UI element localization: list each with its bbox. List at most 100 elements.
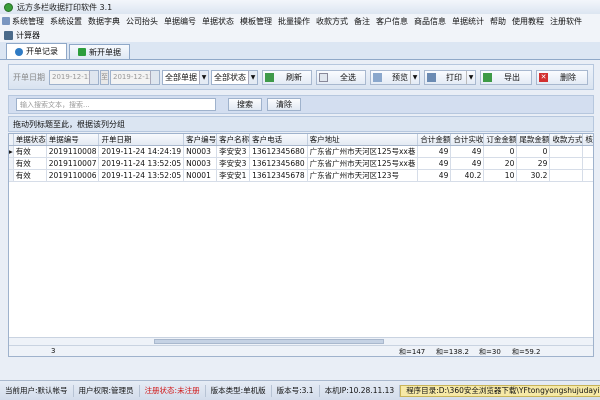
table-cell[interactable]: 10 xyxy=(483,169,518,182)
table-cell[interactable]: 广东省广州市天河区123号 xyxy=(307,169,419,182)
table-cell[interactable] xyxy=(582,157,593,170)
column-header[interactable]: 合计金额 xyxy=(417,134,452,146)
column-header[interactable]: 收款方式 xyxy=(549,134,584,146)
table-cell[interactable]: 0 xyxy=(483,145,518,158)
delete-button[interactable]: ✕ 删除 xyxy=(536,69,588,85)
export-button[interactable]: 导出 xyxy=(480,69,532,85)
calculator-menu[interactable]: 计算器 xyxy=(16,30,40,41)
column-header[interactable]: 订金金额 xyxy=(483,134,518,146)
table-cell[interactable]: 13612345678 xyxy=(249,169,308,182)
menu-item[interactable]: 使用教程 xyxy=(512,16,544,27)
refresh-button[interactable]: 刷新 xyxy=(262,69,312,85)
table-cell[interactable]: 李安安3 xyxy=(216,157,251,170)
scrollbar-thumb[interactable] xyxy=(154,339,384,344)
table-cell[interactable]: 有效 xyxy=(13,169,47,182)
column-header[interactable]: 客户名称 xyxy=(216,134,251,146)
tab-records[interactable]: 开单记录 xyxy=(6,43,67,59)
menu-item[interactable]: 系统管理 xyxy=(2,16,44,27)
table-row[interactable]: 有效 2019110007 2019-11-24 13:52:05 N0003 李安安3… xyxy=(9,157,593,170)
status-filter-value: 全部状态 xyxy=(214,72,246,82)
table-cell[interactable]: 49 xyxy=(417,169,452,182)
date-to-dropdown[interactable] xyxy=(150,70,159,84)
table-cell[interactable]: 49 xyxy=(417,145,452,158)
table-cell[interactable]: 2019110007 xyxy=(46,157,100,170)
table-cell[interactable]: 49 xyxy=(450,145,485,158)
table-cell[interactable] xyxy=(582,169,593,182)
tab-new-document[interactable]: 新开单据 xyxy=(69,44,130,59)
status-filter-select[interactable]: 全部状态 ▼ xyxy=(211,69,258,85)
select-all-button[interactable]: 全选 xyxy=(316,69,366,85)
table-cell[interactable]: N0003 xyxy=(183,145,218,158)
date-to-input[interactable]: 2019-12-12 xyxy=(110,69,160,85)
column-header[interactable]: 客户电话 xyxy=(249,134,308,146)
menu-item[interactable]: 收款方式 xyxy=(316,16,348,27)
menu-item[interactable]: 模板管理 xyxy=(240,16,272,27)
table-cell[interactable]: 0 xyxy=(516,145,551,158)
table-cell[interactable]: 49 xyxy=(417,157,452,170)
menu-item[interactable]: 帮助 xyxy=(490,16,506,27)
chevron-down-icon[interactable]: ▼ xyxy=(466,70,475,84)
table-row[interactable]: 有效 2019110006 2019-11-24 13:52:05 N0001 李安安1… xyxy=(9,169,593,182)
table-cell[interactable]: 29 xyxy=(516,157,551,170)
print-button[interactable]: 打印 ▼ xyxy=(424,69,476,85)
table-row[interactable]: ▸ 有效 2019110008 2019-11-24 14:24:19 N0003 李安安… xyxy=(9,145,593,158)
table-cell[interactable]: 李安安1 xyxy=(216,169,251,182)
export-label: 导出 xyxy=(504,72,520,82)
column-header[interactable]: 单据编号 xyxy=(46,134,100,146)
row-indicator[interactable]: ▸ xyxy=(9,145,14,158)
chevron-down-icon[interactable]: ▼ xyxy=(410,70,419,84)
table-cell[interactable]: 40.2 xyxy=(450,169,485,182)
table-cell[interactable]: 有效 xyxy=(13,145,47,158)
table-cell[interactable]: 2019-11-24 14:24:19 xyxy=(98,145,185,158)
column-header[interactable]: 开单日期 xyxy=(98,134,185,146)
table-cell[interactable]: 广东省广州市天河区125号xx巷 xyxy=(307,145,419,158)
table-cell[interactable]: 49 xyxy=(450,157,485,170)
table-cell[interactable] xyxy=(582,145,593,158)
column-header[interactable]: 客户地址 xyxy=(307,134,419,146)
preview-button[interactable]: 预览 ▼ xyxy=(370,69,420,85)
horizontal-scrollbar[interactable] xyxy=(9,337,593,345)
menu-item[interactable]: 批量操作 xyxy=(278,16,310,27)
table-cell[interactable]: 广东省广州市天河区125号xx巷 xyxy=(307,157,419,170)
menu-item[interactable]: 公司抬头 xyxy=(126,16,158,27)
chevron-down-icon[interactable]: ▼ xyxy=(248,70,257,84)
table-cell[interactable] xyxy=(549,169,584,182)
table-cell[interactable]: 2019-11-24 13:52:05 xyxy=(98,157,185,170)
clear-button[interactable]: 清除 xyxy=(267,98,301,111)
menu-item[interactable]: 单据统计 xyxy=(452,16,484,27)
menu-item[interactable]: 单据编号 xyxy=(164,16,196,27)
group-by-panel[interactable]: 拖动列标题至此，根据该列分组 xyxy=(8,116,594,132)
table-cell[interactable]: 30.2 xyxy=(516,169,551,182)
table-cell[interactable] xyxy=(549,157,584,170)
menu-item[interactable]: 备注 xyxy=(354,16,370,27)
menu-item[interactable]: 客户信息 xyxy=(376,16,408,27)
doc-filter-select[interactable]: 全部单据 ▼ xyxy=(162,69,209,85)
column-header[interactable]: 客户编号 xyxy=(183,134,218,146)
table-cell[interactable]: 有效 xyxy=(13,157,47,170)
table-cell[interactable]: 李安安3 xyxy=(216,145,251,158)
menu-item[interactable]: 单据状态 xyxy=(202,16,234,27)
table-cell[interactable]: 2019110008 xyxy=(46,145,100,158)
date-from-dropdown[interactable] xyxy=(89,70,98,84)
column-header[interactable]: 合计实收 xyxy=(450,134,485,146)
column-header[interactable]: 单据状态 xyxy=(13,134,47,146)
menu-item[interactable]: 数据字典 xyxy=(88,16,120,27)
menu-item[interactable]: 系统设置 xyxy=(50,16,82,27)
table-cell[interactable]: 13612345680 xyxy=(249,145,308,158)
table-cell[interactable]: 2019-11-24 13:52:05 xyxy=(98,169,185,182)
table-cell[interactable] xyxy=(549,145,584,158)
column-header[interactable]: 核 xyxy=(582,134,593,146)
table-cell[interactable]: N0001 xyxy=(183,169,218,182)
table-cell[interactable]: 13612345680 xyxy=(249,157,308,170)
table-cell[interactable]: 2019110006 xyxy=(46,169,100,182)
table-cell[interactable]: N0003 xyxy=(183,157,218,170)
search-input[interactable]: 输入搜索文本，搜索... xyxy=(16,98,216,111)
table-cell[interactable]: 20 xyxy=(483,157,518,170)
column-header[interactable]: 尾款金额 xyxy=(516,134,551,146)
search-button[interactable]: 搜索 xyxy=(228,98,262,111)
menu-item[interactable]: 商品信息 xyxy=(414,16,446,27)
menu-item[interactable]: 注册软件 xyxy=(550,16,582,27)
chevron-down-icon[interactable]: ▼ xyxy=(199,70,208,84)
date-from-input[interactable]: 2019-12-12 xyxy=(49,69,99,85)
status-bar: 当前用户:默认帐号 用户权限:管理员 注册状态:未注册 版本类型:单机版 版本号… xyxy=(0,380,600,400)
